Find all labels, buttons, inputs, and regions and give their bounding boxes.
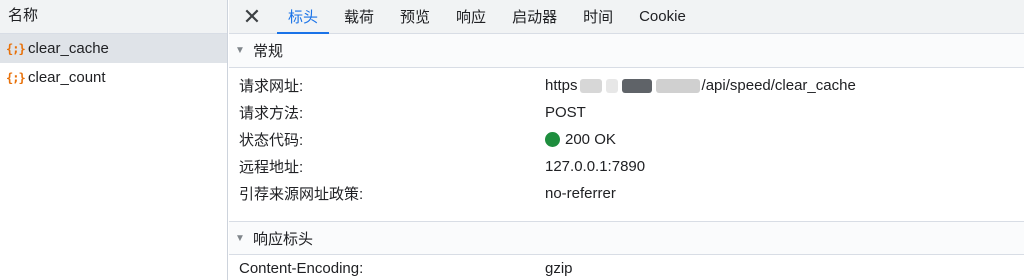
json-file-icon: {;}	[6, 41, 26, 56]
url-suffix: /api/speed/clear_cache	[701, 77, 856, 94]
redacted-block	[579, 78, 602, 93]
header-key: 引荐来源网址政策:	[239, 186, 364, 203]
status-ok-icon	[545, 132, 560, 147]
response-headers-section-header[interactable]: ▼ 响应标头	[229, 221, 1024, 255]
kv-row: 引荐来源网址政策: no-referrer	[229, 180, 1024, 207]
header-key: 请求方法:	[239, 105, 304, 122]
kv-row: 状态代码: 200 OK	[229, 126, 1024, 153]
header-key: 请求网址:	[239, 78, 304, 95]
general-section-body: 请求网址: https /api/speed/clear_cache 请求方法:…	[229, 72, 1024, 207]
status-text: 200 OK	[565, 131, 616, 148]
close-icon[interactable]: ✕	[229, 0, 275, 33]
header-key: 远程地址:	[239, 159, 304, 176]
request-row[interactable]: {;} clear_cache	[0, 34, 227, 63]
header-key: 状态代码:	[239, 132, 304, 149]
kv-row: 远程地址: 127.0.0.1:7890	[229, 153, 1024, 180]
general-section-header[interactable]: ▼ 常规	[229, 34, 1024, 68]
tab-cookies[interactable]: Cookie	[626, 0, 699, 33]
redacted-block	[605, 78, 618, 93]
name-column-header[interactable]: 名称	[0, 0, 227, 34]
kv-row: 请求网址: https /api/speed/clear_cache	[229, 72, 1024, 99]
tab-headers[interactable]: 标头	[275, 0, 331, 34]
section-title: 响应标头	[253, 230, 314, 248]
name-column-label: 名称	[8, 7, 39, 24]
json-file-icon: {;}	[6, 70, 26, 85]
triangle-down-icon: ▼	[235, 232, 245, 244]
request-detail-pane: ✕ 标头 载荷 预览 响应 启动器 时间 Cookie ▼ 常规 请求网址: h…	[229, 0, 1024, 280]
request-url-value[interactable]: https /api/speed/clear_cache	[545, 77, 856, 94]
tab-timing[interactable]: 时间	[570, 0, 626, 33]
tab-preview[interactable]: 预览	[387, 0, 443, 33]
header-value[interactable]: POST	[545, 104, 586, 121]
request-name: clear_cache	[28, 40, 109, 57]
redacted-block	[655, 78, 700, 93]
tab-payload[interactable]: 载荷	[331, 0, 387, 33]
request-row[interactable]: {;} clear_count	[0, 63, 227, 92]
kv-row: Content-Encoding: gzip	[229, 255, 1024, 277]
request-name: clear_count	[28, 69, 106, 86]
detail-tabbar: ✕ 标头 载荷 预览 响应 启动器 时间 Cookie	[229, 0, 1024, 34]
header-key: Content-Encoding:	[239, 260, 364, 277]
status-value[interactable]: 200 OK	[545, 131, 616, 148]
kv-row: 请求方法: POST	[229, 99, 1024, 126]
header-value[interactable]: 127.0.0.1:7890	[545, 158, 645, 175]
redacted-block	[621, 78, 652, 93]
tab-response[interactable]: 响应	[443, 0, 499, 33]
header-value[interactable]: no-referrer	[545, 185, 616, 202]
triangle-down-icon: ▼	[235, 45, 245, 56]
url-prefix: https	[545, 77, 578, 94]
header-value[interactable]: gzip	[545, 260, 573, 277]
request-list-pane: 名称 {;} clear_cache {;} clear_count	[0, 0, 228, 280]
section-title: 常规	[253, 43, 284, 60]
tab-initiator[interactable]: 启动器	[499, 0, 570, 33]
